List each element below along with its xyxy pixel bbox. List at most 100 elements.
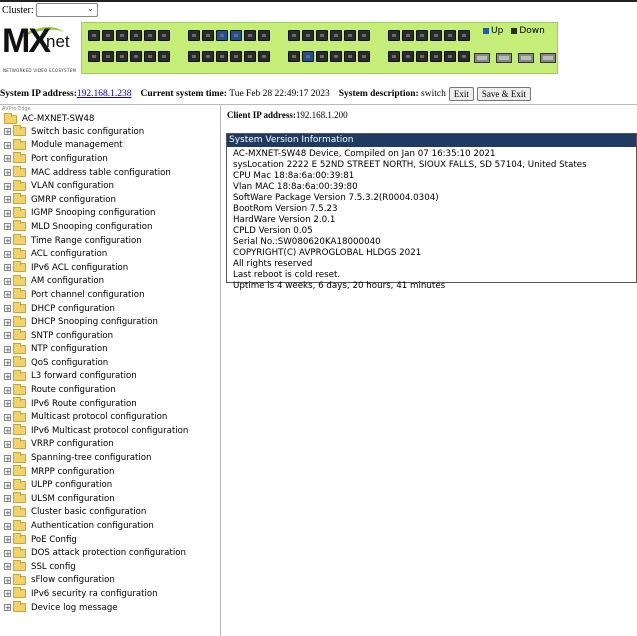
expand-icon[interactable]: + <box>4 250 11 258</box>
expand-icon[interactable]: + <box>4 359 11 367</box>
expand-icon[interactable]: + <box>4 196 11 204</box>
tree-item[interactable]: + VRRP configuration <box>2 437 218 452</box>
port-top[interactable] <box>158 30 170 41</box>
port-top[interactable] <box>230 30 242 41</box>
tree-item[interactable]: + Time Range configuration <box>2 234 218 248</box>
expand-icon[interactable]: + <box>4 291 11 299</box>
port-bottom[interactable] <box>458 51 470 62</box>
expand-icon[interactable]: + <box>4 305 11 313</box>
port-top[interactable] <box>330 30 342 41</box>
port-bottom[interactable] <box>230 51 242 62</box>
port-bottom[interactable] <box>258 51 270 62</box>
tree-item[interactable]: + Cluster basic configuration <box>2 505 218 520</box>
tree-item[interactable]: + MLD Snooping configuration <box>2 220 218 234</box>
tree-item[interactable]: + IPv6 ACL configuration <box>2 261 218 275</box>
port-bottom[interactable] <box>102 51 114 62</box>
port-bottom[interactable] <box>344 51 356 62</box>
expand-icon[interactable]: + <box>4 345 11 353</box>
port-bottom[interactable] <box>330 51 342 62</box>
expand-icon[interactable]: + <box>4 563 11 571</box>
port-bottom[interactable] <box>144 51 156 62</box>
expand-icon[interactable]: + <box>4 372 11 380</box>
expand-icon[interactable]: + <box>4 508 11 516</box>
expand-icon[interactable]: + <box>4 427 11 435</box>
port-top[interactable] <box>88 30 100 41</box>
tree-item[interactable]: + GMRP configuration <box>2 193 218 207</box>
expand-icon[interactable]: + <box>4 264 11 272</box>
exit-button[interactable]: Exit <box>448 87 474 101</box>
port-top[interactable] <box>244 30 256 41</box>
tree-item[interactable]: + Route configuration <box>2 383 218 397</box>
tree-item[interactable]: + Device log message <box>2 601 218 615</box>
tree-item[interactable]: + DHCP Snooping configuration <box>2 315 218 329</box>
port-top[interactable] <box>344 30 356 41</box>
port-top[interactable] <box>402 30 414 41</box>
expand-icon[interactable]: + <box>4 386 11 394</box>
port-top[interactable] <box>202 30 214 41</box>
tree-item[interactable]: + sFlow configuration <box>2 573 218 588</box>
expand-icon[interactable]: + <box>4 169 11 177</box>
port-bottom[interactable] <box>416 51 428 62</box>
tree-item[interactable]: + QoS configuration <box>2 356 218 370</box>
save-exit-button[interactable]: Save & Exit <box>476 87 531 101</box>
port-top[interactable] <box>358 30 370 41</box>
tree-item[interactable]: + MAC address table configuration <box>2 166 218 180</box>
sfp-port[interactable] <box>540 53 556 63</box>
port-top[interactable] <box>444 30 456 41</box>
port-bottom[interactable] <box>388 51 400 62</box>
port-top[interactable] <box>388 30 400 41</box>
port-bottom[interactable] <box>88 51 100 62</box>
port-bottom[interactable] <box>302 51 314 62</box>
tree-item[interactable]: + SSL config <box>2 560 218 574</box>
expand-icon[interactable]: + <box>4 141 11 149</box>
tree-item[interactable]: + ULPP configuration <box>2 478 218 492</box>
tree-item[interactable]: + Port channel configuration <box>2 288 218 302</box>
port-bottom[interactable] <box>188 51 200 62</box>
expand-icon[interactable]: + <box>4 468 11 476</box>
sfp-port[interactable] <box>474 53 490 63</box>
expand-icon[interactable]: + <box>4 522 11 530</box>
port-top[interactable] <box>144 30 156 41</box>
expand-icon[interactable]: + <box>4 318 11 326</box>
tree-item[interactable]: + L3 forward configuration <box>2 369 218 384</box>
expand-icon[interactable]: + <box>4 440 11 448</box>
port-bottom[interactable] <box>202 51 214 62</box>
tree-item[interactable]: + PoE Config <box>2 533 218 547</box>
expand-icon[interactable]: + <box>4 128 11 136</box>
port-bottom[interactable] <box>288 51 300 62</box>
tree-item[interactable]: + ACL configuration <box>2 247 218 261</box>
port-top[interactable] <box>116 30 128 41</box>
tree-item[interactable]: + IPv6 Multicast protocol configuration <box>2 424 218 438</box>
expand-icon[interactable]: + <box>4 549 11 557</box>
tree-item[interactable]: + AM configuration <box>2 274 218 289</box>
tree-item[interactable]: + ULSM configuration <box>2 492 218 506</box>
tree-item[interactable]: + Spanning-tree configuration <box>2 451 218 465</box>
cluster-select[interactable]: ⌄ <box>35 3 98 17</box>
port-bottom[interactable] <box>216 51 228 62</box>
expand-icon[interactable]: + <box>4 481 11 489</box>
port-top[interactable] <box>216 30 228 41</box>
port-top[interactable] <box>302 30 314 41</box>
port-top[interactable] <box>188 30 200 41</box>
port-top[interactable] <box>258 30 270 41</box>
port-bottom[interactable] <box>444 51 456 62</box>
expand-icon[interactable]: + <box>4 400 11 408</box>
tree-item[interactable]: + DOS attack protection configuration <box>2 546 218 560</box>
expand-icon[interactable]: + <box>4 590 11 598</box>
tree-root[interactable]: AC-MXNET-SW48 <box>2 112 218 125</box>
expand-icon[interactable]: + <box>4 413 11 421</box>
system-ip-link[interactable]: 192.168.1.238 <box>77 89 132 99</box>
tree-item[interactable]: + NTP configuration <box>2 342 218 357</box>
expand-icon[interactable]: + <box>4 223 11 231</box>
expand-icon[interactable]: + <box>4 536 11 544</box>
port-top[interactable] <box>458 30 470 41</box>
port-bottom[interactable] <box>158 51 170 62</box>
expand-icon[interactable]: + <box>4 576 11 584</box>
port-bottom[interactable] <box>316 51 328 62</box>
port-top[interactable] <box>430 30 442 41</box>
tree-item[interactable]: + VLAN configuration <box>2 179 218 193</box>
expand-icon[interactable]: + <box>4 454 11 462</box>
port-bottom[interactable] <box>430 51 442 62</box>
tree-item[interactable]: + MRPP configuration <box>2 465 218 479</box>
port-top[interactable] <box>416 30 428 41</box>
